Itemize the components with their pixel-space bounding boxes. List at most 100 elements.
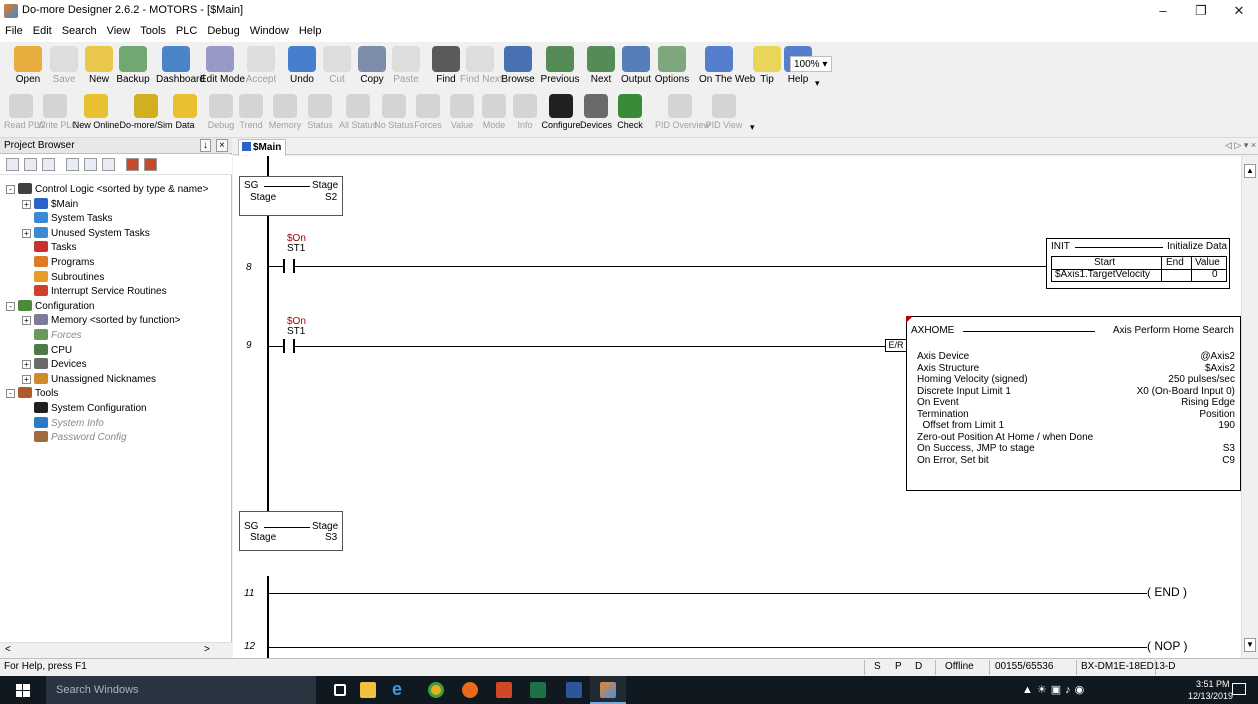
output-button[interactable]: Output bbox=[616, 46, 656, 85]
check-button[interactable]: Check bbox=[614, 94, 646, 131]
expand-icon[interactable]: + bbox=[22, 199, 31, 209]
zoom-select[interactable]: 100% ▾ bbox=[790, 56, 832, 72]
forces-button[interactable]: Forces bbox=[412, 94, 444, 131]
menu-tools[interactable]: Tools bbox=[135, 22, 171, 37]
tab-main[interactable]: $Main × bbox=[238, 139, 286, 164]
toolbar-overflow-icon[interactable]: ▾ bbox=[815, 78, 820, 89]
debug-button[interactable]: Debug bbox=[206, 94, 236, 131]
all-status-button[interactable]: All Status bbox=[338, 94, 378, 131]
do-more-sim-button[interactable]: Do-more/Sim bbox=[118, 94, 174, 131]
tree-item-cpu[interactable]: CPU bbox=[22, 343, 72, 356]
tree-item-control-logic-sorted-by-type-name[interactable]: - Control Logic <sorted by type & name> bbox=[6, 183, 208, 195]
memory-button[interactable]: Memory bbox=[268, 94, 302, 131]
tree-item-password-config[interactable]: Password Config bbox=[22, 431, 127, 443]
tree-item-system-tasks[interactable]: System Tasks bbox=[22, 212, 113, 224]
tree-item-memory-sorted-by-function[interactable]: + Memory <sorted by function> bbox=[22, 314, 181, 326]
firefox-icon[interactable] bbox=[462, 682, 478, 698]
ladder-editor[interactable]: SG Stage Stage S2 8 $On ST1 INIT Initial… bbox=[233, 156, 1241, 658]
folder-icon[interactable] bbox=[144, 158, 157, 171]
tree-item-programs[interactable]: Programs bbox=[22, 256, 94, 268]
file-explorer-icon[interactable] bbox=[360, 682, 376, 698]
ladder-vscroll[interactable]: ▲ ▼ bbox=[1241, 156, 1258, 658]
stage-box-s2[interactable]: SG Stage Stage S2 bbox=[239, 176, 343, 216]
menu-search[interactable]: Search bbox=[57, 22, 102, 37]
alpha-sort-icon[interactable] bbox=[84, 158, 97, 171]
windows-start-icon[interactable] bbox=[16, 684, 30, 697]
data-button[interactable]: Data bbox=[168, 94, 202, 131]
previous-button[interactable]: Previous bbox=[540, 46, 580, 85]
end-coil[interactable]: ( END ) bbox=[1147, 585, 1187, 599]
tree-item--main[interactable]: + $Main bbox=[22, 197, 78, 210]
tree-item-system-configuration[interactable]: System Configuration bbox=[22, 402, 147, 414]
contact-symbol[interactable] bbox=[283, 259, 285, 273]
edit-icon[interactable] bbox=[126, 158, 139, 171]
notifications-icon[interactable] bbox=[1232, 683, 1246, 695]
dashboard-button[interactable]: Dashboard bbox=[156, 46, 205, 85]
menu-debug[interactable]: Debug bbox=[202, 22, 244, 37]
tree-item-interrupt-service-routines[interactable]: Interrupt Service Routines bbox=[22, 285, 167, 297]
menu-plc[interactable]: PLC bbox=[171, 22, 202, 37]
scroll-left-icon[interactable]: < bbox=[5, 644, 11, 655]
cut-button[interactable]: Cut bbox=[317, 46, 357, 85]
save-button[interactable]: Save bbox=[44, 46, 84, 85]
next-button[interactable]: Next bbox=[581, 46, 621, 85]
contact-symbol[interactable] bbox=[283, 339, 285, 353]
info-button[interactable]: Info bbox=[512, 94, 538, 131]
chrome-icon[interactable] bbox=[428, 682, 444, 698]
collapse-icon[interactable]: - bbox=[6, 389, 15, 399]
browse-button[interactable]: Browse bbox=[498, 46, 538, 85]
value-button[interactable]: Value bbox=[446, 94, 478, 131]
pin-icon[interactable]: ↓ bbox=[200, 139, 211, 152]
tree-item-subroutines[interactable]: Subroutines bbox=[22, 270, 104, 283]
list-view-icon[interactable] bbox=[24, 158, 37, 171]
powerpoint-icon[interactable] bbox=[496, 682, 512, 698]
menu-window[interactable]: Window bbox=[245, 22, 294, 37]
close-panel-icon[interactable]: × bbox=[216, 139, 228, 152]
collapse-icon[interactable]: - bbox=[6, 301, 15, 311]
project-browser-hscroll[interactable]: < > bbox=[0, 642, 232, 658]
search-box[interactable]: Search Windows bbox=[46, 676, 316, 704]
tray-icons[interactable]: ▲☀▣♪◉ bbox=[1022, 683, 1088, 696]
tree-item-system-info[interactable]: System Info bbox=[22, 416, 104, 429]
edge-icon[interactable]: e bbox=[392, 679, 408, 699]
devices-button[interactable]: Devices bbox=[578, 94, 614, 131]
status-button[interactable]: Status bbox=[302, 94, 338, 131]
write-plc-button[interactable]: Write PLC bbox=[37, 94, 78, 131]
filter-icon[interactable] bbox=[66, 158, 79, 171]
expand-icon[interactable]: + bbox=[22, 228, 31, 238]
word-icon[interactable] bbox=[566, 682, 582, 698]
tree-view-icon[interactable] bbox=[42, 158, 55, 171]
read-plc-button[interactable]: Read PLC bbox=[4, 94, 46, 131]
maximize-button[interactable]: ❐ bbox=[1182, 0, 1220, 22]
tree-item-configuration[interactable]: - Configuration bbox=[6, 299, 94, 312]
menu-file[interactable]: File bbox=[0, 22, 28, 37]
backup-button[interactable]: Backup bbox=[113, 46, 153, 85]
close-button[interactable]: ✕ bbox=[1220, 0, 1258, 22]
configure-button[interactable]: Configure bbox=[540, 94, 582, 131]
init-instruction-box[interactable]: INIT Initialize Data Start End Value $Ax… bbox=[1046, 238, 1230, 289]
tree-item-devices[interactable]: + Devices bbox=[22, 358, 87, 370]
tree-item-tasks[interactable]: Tasks bbox=[22, 241, 77, 253]
new-online-button[interactable]: New Online bbox=[72, 94, 120, 131]
scroll-down-icon[interactable]: ▼ bbox=[1244, 638, 1256, 652]
excel-icon[interactable] bbox=[530, 682, 546, 698]
sort-icon[interactable] bbox=[6, 158, 19, 171]
pid-overview-button[interactable]: PID Overview bbox=[655, 94, 710, 131]
nop-coil[interactable]: ( NOP ) bbox=[1147, 639, 1187, 653]
paste-button[interactable]: Paste bbox=[386, 46, 426, 85]
no-status-button[interactable]: No Status bbox=[374, 94, 414, 131]
minimize-button[interactable]: – bbox=[1144, 0, 1182, 22]
task-view-icon[interactable] bbox=[334, 684, 346, 696]
scroll-right-icon[interactable]: > bbox=[204, 644, 210, 655]
stage-box-s3[interactable]: SG Stage Stage S3 bbox=[239, 511, 343, 551]
find-next-button[interactable]: Find Next bbox=[460, 46, 503, 85]
accept-button[interactable]: Accept bbox=[241, 46, 281, 85]
collapse-icon[interactable]: - bbox=[6, 185, 15, 194]
mode-button[interactable]: Mode bbox=[480, 94, 508, 131]
edit-mode-button[interactable]: Edit Mode bbox=[200, 46, 245, 85]
tree-item-unused-system-tasks[interactable]: + Unused System Tasks bbox=[22, 226, 150, 239]
expand-icon[interactable]: + bbox=[22, 360, 31, 370]
undo-button[interactable]: Undo bbox=[282, 46, 322, 85]
tab-nav-icon[interactable]: ◁ ▷ ▾ × bbox=[1225, 140, 1256, 151]
axhome-instruction-box[interactable]: AXHOME Axis Perform Home Search Axis Dev… bbox=[906, 316, 1241, 491]
